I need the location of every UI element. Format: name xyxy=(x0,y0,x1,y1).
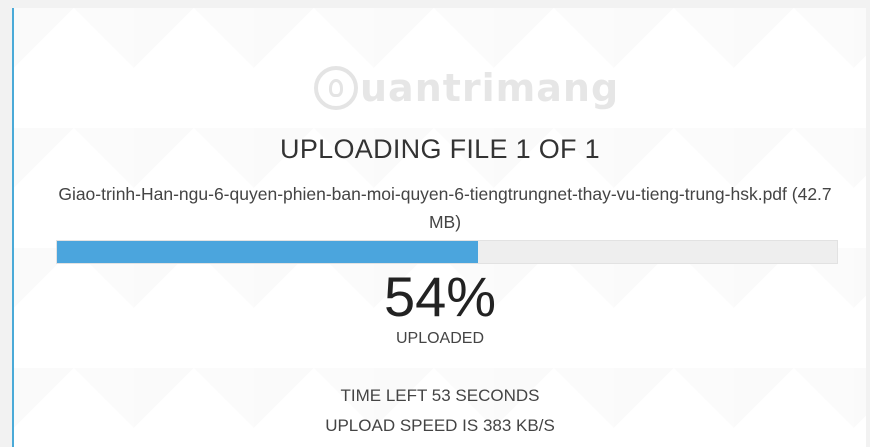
time-left-text: TIME LEFT 53 SECONDS xyxy=(340,386,540,405)
progress-bar xyxy=(56,240,838,264)
page: uantrimang UPLOADING FILE 1 OF 1 Giao-tr… xyxy=(0,0,870,447)
percent-value: 54% xyxy=(383,265,497,328)
watermark-text: uantrimang xyxy=(360,66,620,110)
upload-panel: uantrimang UPLOADING FILE 1 OF 1 Giao-tr… xyxy=(12,8,866,447)
lightbulb-icon xyxy=(314,66,358,110)
progress-bar-fill xyxy=(57,241,479,263)
file-name: Giao-trinh-Han-ngu-6-quyen-phien-ban-moi… xyxy=(58,184,832,232)
watermark-logo: uantrimang xyxy=(314,60,619,116)
uploaded-label: UPLOADED xyxy=(395,330,485,347)
upload-title: UPLOADING FILE 1 OF 1 xyxy=(280,134,600,164)
upload-speed-text: UPLOAD SPEED IS 383 KB/S xyxy=(325,416,555,435)
